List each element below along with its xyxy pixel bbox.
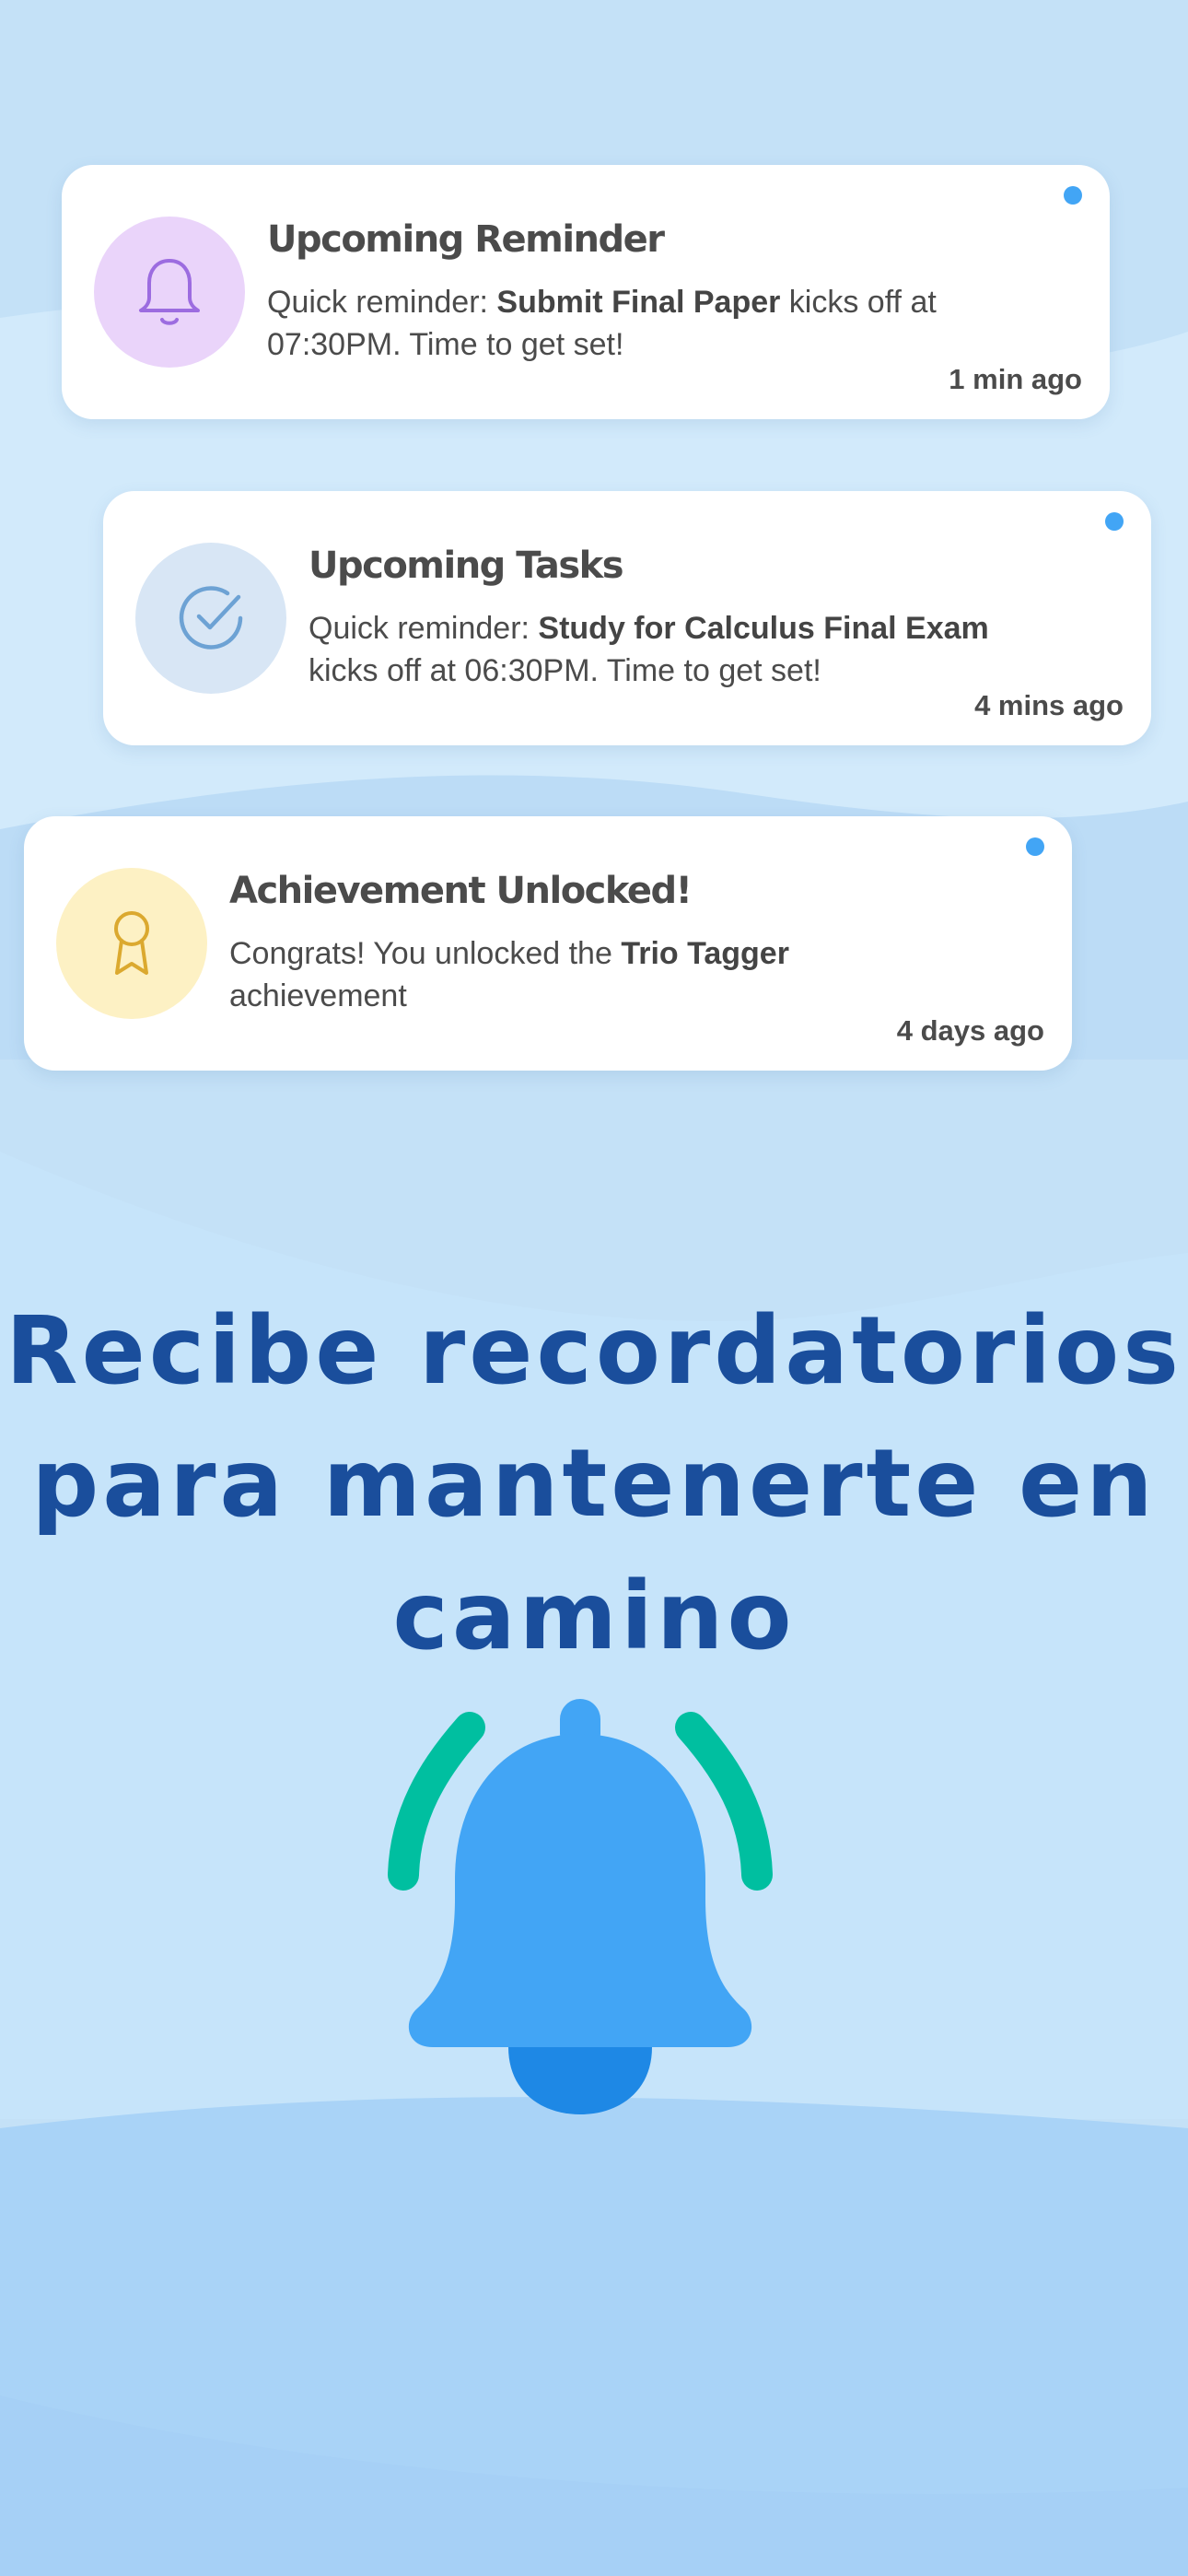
- notification-title: Achievement Unlocked!: [229, 870, 693, 912]
- notification-message: Congrats! You unlocked the Trio Tagger a…: [229, 936, 789, 1013]
- notification-card-upcoming-tasks[interactable]: Upcoming Tasks Quick reminder: Study for…: [103, 491, 1151, 745]
- notification-title: Upcoming Reminder: [267, 218, 665, 261]
- notification-icon-badge: [135, 543, 286, 694]
- notification-timestamp: 4 mins ago: [974, 689, 1124, 721]
- unread-dot: [1064, 186, 1082, 205]
- notification-timestamp: 1 min ago: [949, 363, 1082, 395]
- promo-headline: Recibe recordatorios para mantenerte en …: [0, 1285, 1188, 1683]
- notification-icon-badge: [56, 868, 207, 1019]
- notification-card-achievement-unlocked[interactable]: Achievement Unlocked! Congrats! You unlo…: [24, 816, 1072, 1071]
- notification-timestamp: 4 days ago: [896, 1014, 1044, 1047]
- notification-title: Upcoming Tasks: [309, 544, 624, 587]
- unread-dot: [1026, 837, 1044, 856]
- check-circle-icon: [179, 586, 243, 650]
- headline-line-1: Recibe recordatorios: [6, 1296, 1182, 1406]
- unread-dot: [1105, 512, 1124, 531]
- ringing-bell-icon: [388, 1699, 773, 2114]
- award-ribbon-icon: [114, 911, 149, 975]
- notification-message: Quick reminder: Study for Calculus Final…: [309, 611, 989, 688]
- notification-message: Quick reminder: Submit Final Paper kicks…: [267, 285, 937, 362]
- headline-line-2: para mantenerte en: [31, 1429, 1157, 1539]
- notification-icon-badge: [94, 217, 245, 368]
- headline-line-3: camino: [392, 1562, 796, 1671]
- bell-icon: [139, 259, 200, 325]
- notification-card-upcoming-reminder[interactable]: Upcoming Reminder Quick reminder: Submit…: [62, 165, 1110, 419]
